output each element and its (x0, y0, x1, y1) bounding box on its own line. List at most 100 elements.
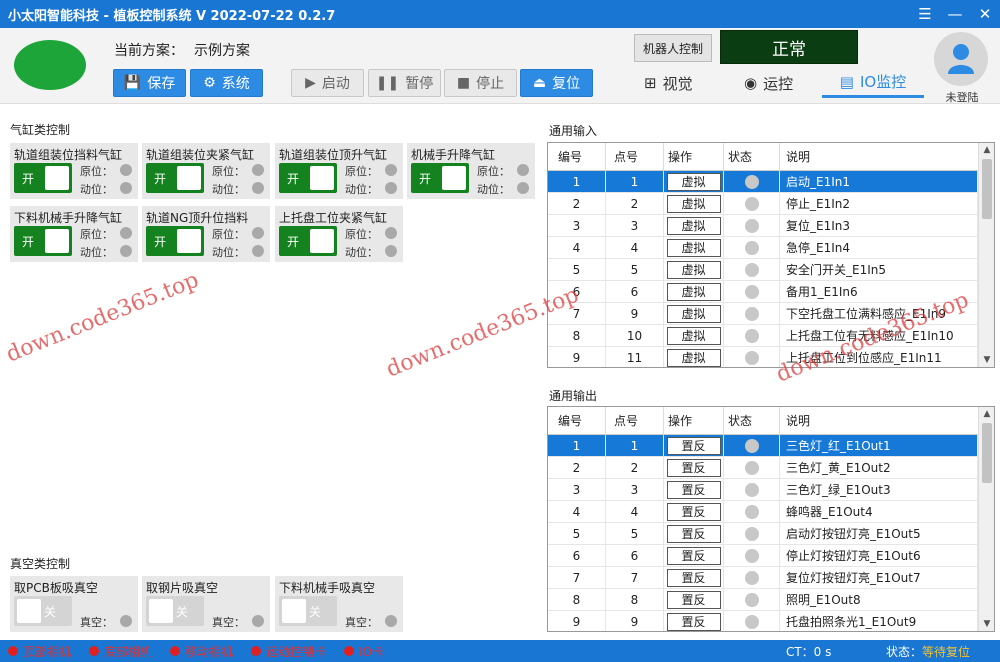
scroll-thumb[interactable] (982, 159, 992, 219)
scroll-down-icon[interactable]: ▼ (979, 353, 994, 367)
io-op-button[interactable]: 虚拟 (666, 326, 721, 345)
cell-no: 2 (548, 457, 606, 478)
cell-op: 置反 (664, 567, 724, 588)
scroll-thumb[interactable] (982, 423, 992, 483)
table-row[interactable]: 3 3 虚拟 复位_E1In3 (548, 215, 978, 237)
io-op-button[interactable]: 置反 (666, 458, 721, 477)
cell-state (724, 589, 780, 610)
input-scrollbar[interactable]: ▲ ▼ (978, 143, 994, 367)
cell-op: 置反 (664, 611, 724, 631)
table-row[interactable]: 8 8 置反 照明_E1Out8 (548, 589, 978, 611)
cylinder-toggle[interactable]: 开 (146, 163, 204, 193)
col-no: 编号 (548, 143, 606, 170)
cylinder-name: 上托盘工位夹紧气缸 (279, 211, 388, 225)
vacuum-toggle[interactable]: 关 (14, 596, 72, 626)
reset-button[interactable]: ⏏ 复位 (520, 69, 593, 97)
cell-op: 虚拟 (664, 325, 724, 346)
play-icon: ▶ (305, 75, 316, 91)
cell-no: 3 (548, 215, 606, 236)
scroll-up-icon[interactable]: ▲ (979, 407, 994, 421)
io-op-button[interactable]: 虚拟 (666, 238, 721, 257)
pause-button[interactable]: ❚❚ 暂停 (368, 69, 441, 97)
cell-point: 1 (606, 435, 664, 456)
cell-state (724, 259, 780, 280)
io-op-button[interactable]: 置反 (666, 480, 721, 499)
io-op-button[interactable]: 置反 (666, 436, 721, 455)
table-row[interactable]: 1 1 虚拟 启动_E1In1 (548, 171, 978, 193)
cell-state (724, 171, 780, 192)
io-op-button[interactable]: 置反 (666, 524, 721, 543)
toggle-knob (45, 229, 69, 253)
table-row[interactable]: 2 2 置反 三色灯_黄_E1Out2 (548, 457, 978, 479)
io-op-button[interactable]: 置反 (666, 502, 721, 521)
active-indicator-icon (385, 182, 397, 194)
toggle-label: 开 (287, 235, 300, 249)
menu-icon[interactable]: ☰ (910, 0, 940, 28)
io-state-indicator-icon (744, 438, 759, 453)
vacuum-indicator-icon (252, 615, 264, 627)
table-row[interactable]: 4 4 置反 蜂鸣器_E1Out4 (548, 501, 978, 523)
table-row[interactable]: 6 6 虚拟 备用1_E1In6 (548, 281, 978, 303)
table-row[interactable]: 7 7 置反 复位灯按钮灯亮_E1Out7 (548, 567, 978, 589)
table-row[interactable]: 3 3 置反 三色灯_绿_E1Out3 (548, 479, 978, 501)
table-row[interactable]: 4 4 虚拟 急停_E1In4 (548, 237, 978, 259)
minimize-icon[interactable]: — (940, 0, 970, 28)
io-op-button[interactable]: 置反 (666, 612, 721, 631)
start-button[interactable]: ▶ 启动 (291, 69, 364, 97)
col-no: 编号 (548, 407, 606, 434)
io-state-indicator-icon (744, 592, 759, 607)
stop-button[interactable]: ■ 停止 (444, 69, 517, 97)
system-button[interactable]: ⚙ 系统 (190, 69, 263, 97)
tab-motion[interactable]: ◉ 运控 (744, 68, 793, 98)
scroll-up-icon[interactable]: ▲ (979, 143, 994, 157)
output-scrollbar[interactable]: ▲ ▼ (978, 407, 994, 631)
vacuum-toggle[interactable]: 关 (146, 596, 204, 626)
table-row[interactable]: 2 2 虚拟 停止_E1In2 (548, 193, 978, 215)
io-op-button[interactable]: 虚拟 (666, 260, 721, 279)
cylinder-toggle[interactable]: 开 (411, 163, 469, 193)
table-row[interactable]: 5 5 虚拟 安全门开关_E1In5 (548, 259, 978, 281)
io-op-button[interactable]: 虚拟 (666, 216, 721, 235)
device-name: 底部相机 (104, 644, 153, 659)
tab-vision[interactable]: ⊞ 视觉 (644, 68, 693, 98)
table-row[interactable]: 9 9 置反 托盘拍照条光1_E1Out9 (548, 611, 978, 631)
table-row[interactable]: 7 9 虚拟 下空托盘工位满料感应_E1In9 (548, 303, 978, 325)
device-status: 顶部相机 (8, 643, 71, 660)
io-op-button[interactable]: 虚拟 (666, 194, 721, 213)
active-label: 动位： (345, 183, 378, 196)
cylinder-toggle[interactable]: 开 (146, 226, 204, 256)
table-row[interactable]: 1 1 置反 三色灯_红_E1Out1 (548, 435, 978, 457)
tab-io-monitor[interactable]: ▤ IO监控 (822, 68, 924, 98)
user-avatar[interactable] (934, 32, 988, 86)
io-op-button[interactable]: 置反 (666, 568, 721, 587)
close-icon[interactable]: ✕ (970, 0, 1000, 28)
io-op-button[interactable]: 虚拟 (666, 172, 721, 191)
vacuum-toggle[interactable]: 关 (279, 596, 337, 626)
table-row[interactable]: 8 10 虚拟 上托盘工位有无料感应_E1In10 (548, 325, 978, 347)
cylinder-toggle[interactable]: 开 (14, 226, 72, 256)
scroll-down-icon[interactable]: ▼ (979, 617, 994, 631)
io-op-button[interactable]: 虚拟 (666, 348, 721, 367)
io-op-button[interactable]: 虚拟 (666, 304, 721, 323)
robot-control-button[interactable]: 机器人控制 (634, 34, 712, 62)
cylinder-toggle[interactable]: 开 (279, 163, 337, 193)
io-op-button[interactable]: 虚拟 (666, 282, 721, 301)
io-op-button[interactable]: 置反 (666, 590, 721, 609)
cylinder-toggle[interactable]: 开 (279, 226, 337, 256)
io-op-button[interactable]: 置反 (666, 546, 721, 565)
cell-op: 虚拟 (664, 171, 724, 192)
cell-desc: 急停_E1In4 (780, 237, 978, 258)
cell-desc: 停止灯按钮灯亮_E1Out6 (780, 545, 978, 566)
cylinder-card: 轨道NG顶升位挡料开 原位： 动位： (142, 206, 270, 262)
io-state-indicator-icon (744, 460, 759, 475)
pause-icon: ❚❚ (375, 75, 400, 91)
save-button[interactable]: 💾 保存 (113, 69, 186, 97)
cell-point: 2 (606, 457, 664, 478)
table-row[interactable]: 6 6 置反 停止灯按钮灯亮_E1Out6 (548, 545, 978, 567)
table-row[interactable]: 9 11 虚拟 上托盘工位到位感应_E1In11 (548, 347, 978, 367)
cell-op: 虚拟 (664, 303, 724, 324)
cylinder-toggle[interactable]: 开 (14, 163, 72, 193)
table-row[interactable]: 5 5 置反 启动灯按钮灯亮_E1Out5 (548, 523, 978, 545)
cell-no: 7 (548, 567, 606, 588)
cell-op: 置反 (664, 435, 724, 456)
